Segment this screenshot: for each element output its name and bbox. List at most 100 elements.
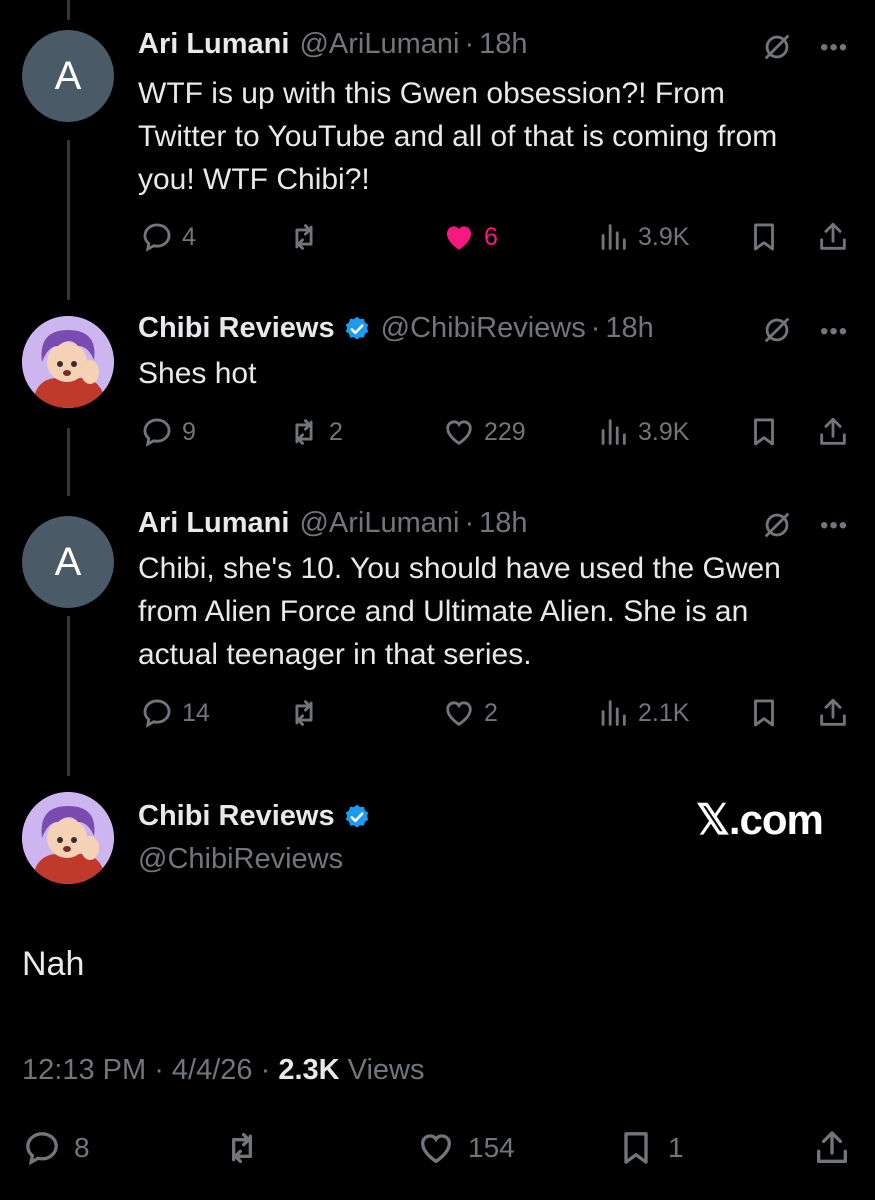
focused-handle-row: @ChibiReviews xyxy=(138,843,343,876)
author-handle[interactable]: @ChibiReviews xyxy=(381,312,586,345)
separator: · xyxy=(590,312,601,344)
views-total: 2.3K xyxy=(278,1054,340,1086)
share-icon[interactable] xyxy=(812,1128,852,1168)
author-name[interactable]: Chibi Reviews xyxy=(138,800,335,833)
avatar[interactable]: A xyxy=(22,516,114,608)
x-logo-watermark: 𝕏.com xyxy=(696,796,824,843)
like-count: 154 xyxy=(468,1132,515,1163)
reply-count: 9 xyxy=(182,417,196,446)
tweet-header: Ari Lumani @AriLumani · 18h xyxy=(138,28,528,61)
reply-button[interactable]: 8 xyxy=(22,1128,90,1168)
reply-button[interactable]: 9 xyxy=(140,415,196,449)
share-icon[interactable] xyxy=(816,696,850,730)
reply-button[interactable]: 4 xyxy=(140,220,196,254)
retweet-button[interactable] xyxy=(287,696,329,730)
bookmark-icon xyxy=(624,1132,648,1164)
thread-line xyxy=(67,616,70,776)
mute-icon[interactable] xyxy=(760,313,794,347)
retweet-count: 2 xyxy=(329,417,343,446)
more-icon[interactable]: ••• xyxy=(820,512,848,540)
views-icon xyxy=(601,224,626,250)
timestamp[interactable]: 18h xyxy=(479,28,527,61)
tweet-text: Shes hot xyxy=(138,357,257,390)
post-time[interactable]: 12:13 PM xyxy=(22,1054,146,1086)
more-icon[interactable]: ••• xyxy=(820,318,848,346)
author-handle[interactable]: @AriLumani xyxy=(299,28,459,61)
like-button[interactable]: 229 xyxy=(442,415,526,449)
bookmark-button[interactable]: 1 xyxy=(616,1128,684,1168)
reply-count: 14 xyxy=(182,698,210,727)
reply-icon xyxy=(143,699,171,728)
mute-icon[interactable] xyxy=(760,30,794,64)
reply-count: 8 xyxy=(74,1132,90,1163)
share-icon[interactable] xyxy=(816,220,850,254)
thread-line xyxy=(67,0,70,20)
tweet-header: Ari Lumani @AriLumani · 18h xyxy=(138,507,528,540)
bookmark-count: 1 xyxy=(668,1132,684,1163)
views-count: 3.9K xyxy=(638,417,690,446)
reply-icon xyxy=(143,223,171,252)
tweet-header: Chibi Reviews @ChibiReviews · 18h xyxy=(138,312,654,345)
views-button[interactable]: 2.1K xyxy=(596,696,689,730)
focused-tweet-text: Nah xyxy=(22,945,85,983)
share-icon[interactable] xyxy=(816,415,850,449)
author-handle[interactable]: @AriLumani xyxy=(299,507,459,540)
like-button[interactable]: 6 xyxy=(442,220,498,254)
bookmark-icon[interactable] xyxy=(747,220,781,254)
separator: · xyxy=(464,28,475,60)
focused-header: Chibi Reviews xyxy=(138,800,381,833)
author-name[interactable]: Chibi Reviews xyxy=(138,312,335,345)
chibi-avatar-image xyxy=(22,316,114,408)
timestamp[interactable]: 18h xyxy=(479,507,527,540)
tweet-meta: 12:13 PM · 4/4/26 · 2.3K Views xyxy=(22,1054,425,1087)
author-handle[interactable]: @ChibiReviews xyxy=(138,843,343,876)
separator: · xyxy=(154,1054,172,1086)
avatar[interactable] xyxy=(22,792,114,884)
retweet-icon xyxy=(295,224,313,250)
heart-icon xyxy=(446,420,472,446)
views-count: 3.9K xyxy=(638,222,690,251)
avatar[interactable] xyxy=(22,316,114,408)
tweet-text: Chibi, she's 10. You should have used th… xyxy=(138,552,781,671)
retweet-icon xyxy=(232,1133,252,1163)
views-button[interactable]: 3.9K xyxy=(596,415,689,449)
like-button[interactable]: 154 xyxy=(416,1128,515,1168)
reply-count: 4 xyxy=(182,222,196,251)
avatar[interactable]: A xyxy=(22,30,114,122)
like-count: 229 xyxy=(484,417,526,446)
heart-filled-icon xyxy=(446,226,472,250)
like-count: 6 xyxy=(484,222,498,251)
timestamp[interactable]: 18h xyxy=(605,312,653,345)
views-button[interactable]: 3.9K xyxy=(596,220,689,254)
separator: · xyxy=(464,507,475,539)
separator: · xyxy=(260,1054,279,1086)
reply-button[interactable]: 14 xyxy=(140,696,210,730)
more-icon[interactable]: ••• xyxy=(820,34,848,62)
views-icon xyxy=(601,419,626,445)
reply-icon xyxy=(143,418,171,447)
thread-line xyxy=(67,428,70,496)
tweet-text: WTF is up with this Gwen obsession?! Fro… xyxy=(138,77,778,196)
retweet-icon xyxy=(295,419,313,445)
retweet-button[interactable] xyxy=(222,1128,274,1168)
retweet-button[interactable]: 2 xyxy=(287,415,343,449)
author-name[interactable]: Ari Lumani xyxy=(138,507,289,540)
reply-icon xyxy=(26,1132,58,1166)
heart-icon xyxy=(420,1134,452,1164)
thread-line xyxy=(67,140,70,300)
views-icon xyxy=(601,700,626,726)
bookmark-icon[interactable] xyxy=(747,415,781,449)
heart-icon xyxy=(446,701,472,727)
views-label: Views xyxy=(347,1054,425,1086)
author-name[interactable]: Ari Lumani xyxy=(138,28,289,61)
bookmark-icon[interactable] xyxy=(747,696,781,730)
like-count: 2 xyxy=(484,698,498,727)
verified-badge-icon xyxy=(345,804,368,828)
like-button[interactable]: 2 xyxy=(442,696,498,730)
retweet-icon xyxy=(295,700,313,726)
mute-icon[interactable] xyxy=(760,508,794,542)
retweet-button[interactable] xyxy=(287,220,329,254)
post-date[interactable]: 4/4/26 xyxy=(172,1054,253,1086)
views-count: 2.1K xyxy=(638,698,690,727)
verified-badge-icon xyxy=(345,316,368,340)
